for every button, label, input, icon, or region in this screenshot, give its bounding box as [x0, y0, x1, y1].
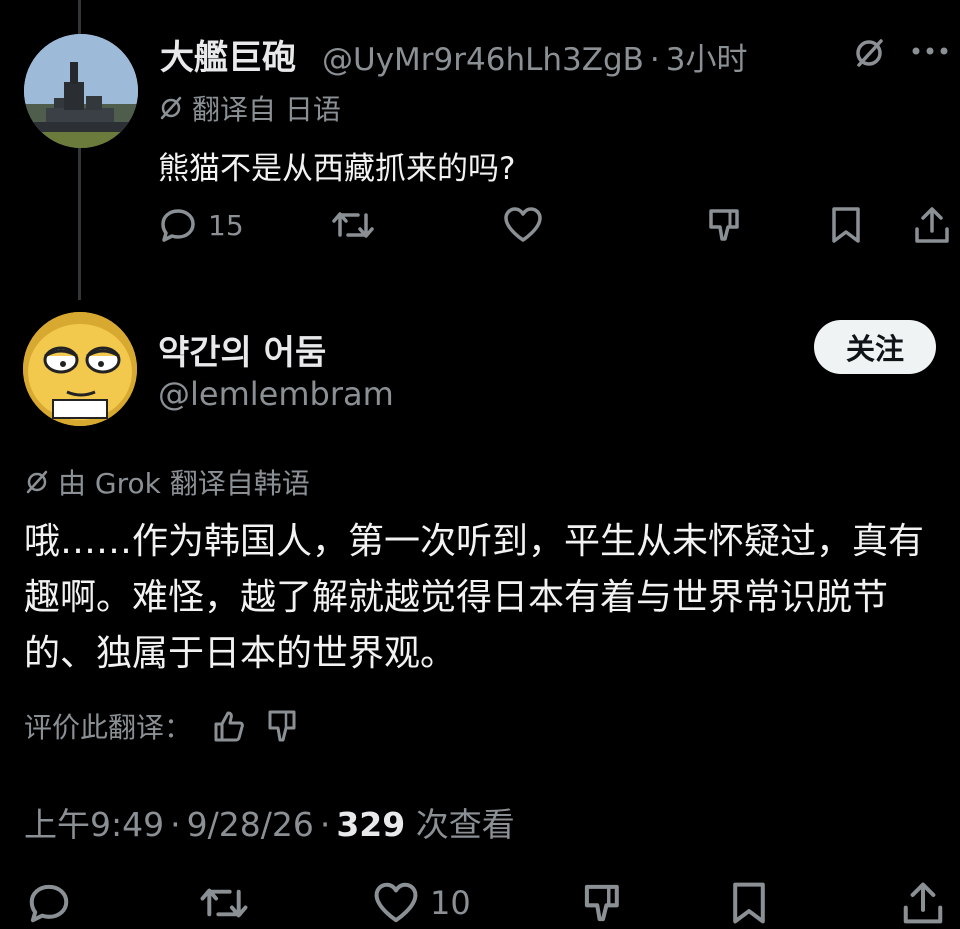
user-handle[interactable]: @UyMr9r46hLh3ZgB · 3小时 — [322, 34, 748, 79]
dislike-icon — [584, 884, 619, 922]
reply-count: 15 — [208, 208, 244, 242]
translated-label: 翻译自 日语 — [192, 93, 341, 126]
dislike-button[interactable] — [580, 880, 626, 926]
view-count: 329 — [336, 805, 406, 844]
like-button[interactable]: 10 — [372, 880, 471, 926]
grok-slash-icon[interactable] — [852, 36, 886, 70]
like-button[interactable] — [502, 205, 544, 245]
bookmark-icon — [832, 207, 860, 243]
tweet-meta: 上午9:49 · 9/28/26 · 329 次查看 — [24, 798, 515, 846]
tweet-text: 哦……作为韩国人，第一次听到，平生从未怀疑过，真有趣啊。难怪，越了解就越觉得日本… — [24, 521, 925, 674]
handle-text: @UyMr9r46hLh3ZgB — [322, 42, 644, 78]
post-time[interactable]: 上午9:49 — [24, 805, 164, 844]
share-button[interactable] — [900, 880, 946, 926]
timestamp[interactable]: 3小时 — [666, 42, 748, 78]
separator: · — [170, 805, 181, 844]
battleship-image — [24, 34, 138, 148]
reply-icon — [161, 209, 195, 242]
separator: · — [649, 42, 660, 78]
like-icon — [374, 882, 418, 923]
like-icon — [504, 207, 542, 242]
cartoon-face-image — [23, 312, 137, 426]
like-count: 10 — [430, 884, 471, 922]
separator: · — [319, 805, 331, 844]
rate-translation: 评价此翻译： — [24, 706, 300, 746]
thumbs-up-icon[interactable] — [210, 708, 246, 744]
share-icon — [915, 207, 949, 243]
tweet-text: 熊猫不是从西藏抓来的吗? — [158, 151, 516, 187]
dislike-icon — [709, 209, 739, 241]
more-icon[interactable] — [910, 34, 950, 68]
translate-icon — [24, 469, 50, 495]
translate-icon — [158, 95, 184, 121]
rate-label: 评价此翻译： — [24, 711, 193, 744]
reply-button[interactable] — [26, 880, 72, 926]
tweet-actions: 15 — [0, 205, 960, 257]
share-icon — [903, 882, 943, 924]
retweet-icon — [200, 888, 248, 918]
display-name[interactable]: 약간의 어둠 — [158, 325, 326, 374]
user-handle[interactable]: @lemlembram — [158, 375, 394, 413]
thumbs-down-icon[interactable] — [264, 708, 300, 744]
translated-label: 由 Grok 翻译自韩语 — [58, 467, 310, 500]
retweet-icon — [332, 212, 374, 238]
dislike-button[interactable] — [705, 205, 745, 245]
post-date[interactable]: 9/28/26 — [187, 805, 314, 844]
retweet-button[interactable] — [330, 205, 376, 245]
display-name[interactable]: 大艦巨砲 — [160, 30, 296, 79]
avatar[interactable] — [23, 312, 137, 426]
reply-icon — [29, 884, 69, 923]
translation-notice: 由 Grok 翻译自韩语 — [24, 462, 310, 502]
avatar[interactable] — [24, 34, 138, 148]
views-label: 次查看 — [415, 805, 515, 844]
reply-button[interactable]: 15 — [158, 205, 244, 245]
tweet-actions: 10 — [0, 880, 960, 929]
bookmark-button[interactable] — [828, 205, 864, 245]
share-button[interactable] — [912, 205, 952, 245]
translation-notice: 翻译自 日语 — [158, 88, 341, 128]
bookmark-button[interactable] — [728, 880, 770, 926]
retweet-button[interactable] — [198, 880, 250, 926]
bookmark-icon — [733, 882, 765, 924]
follow-button[interactable]: 关注 — [814, 320, 936, 374]
